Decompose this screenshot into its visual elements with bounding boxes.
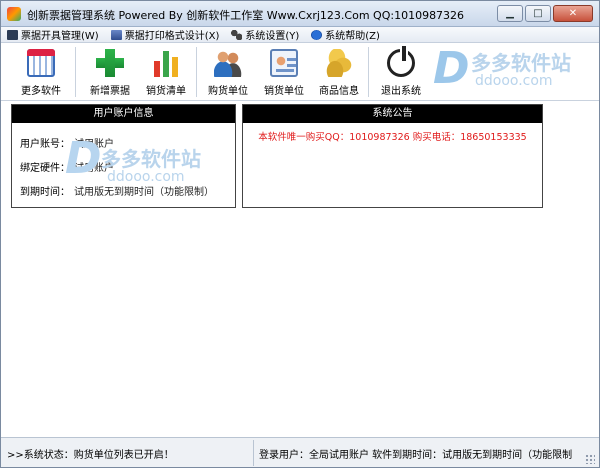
menu-label: 票据开具管理(W) (21, 31, 99, 42)
watermark-logo: D (65, 133, 102, 184)
system-status-text: >>系统状态：购货单位列表已开启！ (7, 450, 174, 461)
toolbar-separator (368, 47, 369, 97)
system-notice-panel: 系统公告 本软件唯一购买QQ：1010987326 购买电话：186501533… (242, 104, 543, 208)
window-controls: ▁ □ ✕ (497, 5, 593, 22)
ticket-icon (7, 29, 18, 40)
expiry-row-value: 试用版无到期时间（功能限制） (74, 187, 214, 198)
hardware-row-label: 绑定硬件： (20, 163, 70, 174)
product-info-button[interactable]: 商品信息 (309, 45, 369, 99)
seller-unit-button[interactable]: 销货单位 (254, 45, 314, 99)
watermark-domain: ddooo.com (475, 73, 553, 89)
tool-label: 退出系统 (381, 86, 421, 97)
notice-panel-title: 系统公告 (243, 105, 542, 123)
menu-system-help[interactable]: 系统帮助(Z) (305, 27, 386, 43)
tool-label: 商品信息 (319, 86, 359, 97)
app-icon (7, 7, 21, 21)
app-window: 创新票据管理系统 Powered By 创新软件工作室 Www.Cxrj123.… (0, 0, 600, 468)
id-card-icon (270, 49, 298, 77)
exit-system-button[interactable]: 退出系统 (371, 45, 431, 99)
watermark-logo: D (433, 43, 470, 94)
account-panel-title: 用户账户信息 (12, 105, 235, 123)
menu-bar: 票据开具管理(W) 票据打印格式设计(X) 系统设置(Y) 系统帮助(Z) (1, 27, 599, 43)
calendar-icon (27, 49, 55, 77)
resize-grip-icon[interactable] (585, 454, 595, 464)
toolbar-separator (75, 47, 76, 97)
status-divider (253, 440, 254, 466)
tool-label: 销货单位 (264, 86, 304, 97)
watermark-text: 多多软件站 (471, 51, 571, 75)
window-title: 创新票据管理系统 Powered By 创新软件工作室 Www.Cxrj123.… (27, 9, 465, 22)
coins-icon (325, 49, 353, 77)
expiry-row-label: 到期时间： (20, 187, 70, 198)
sales-list-button[interactable]: 销货清单 (136, 45, 196, 99)
printer-icon (110, 29, 122, 40)
menu-ticket-management[interactable]: 票据开具管理(W) (1, 27, 105, 43)
maximize-button[interactable]: □ (525, 5, 551, 22)
expiry-row: 到期时间： 试用版无到期时间（功能限制） (20, 183, 214, 198)
users-icon (214, 49, 242, 77)
help-icon (311, 29, 323, 40)
bar-chart-icon (152, 49, 180, 77)
tool-label: 新增票据 (90, 86, 130, 97)
menu-label: 系统设置(Y) (245, 31, 300, 42)
toolbar-separator (196, 47, 197, 97)
tool-label: 更多软件 (21, 86, 61, 97)
notice-text: 本软件唯一购买QQ：1010987326 购买电话：18650153335 (258, 132, 527, 143)
buyer-unit-button[interactable]: 购货单位 (198, 45, 258, 99)
tool-label: 销货清单 (146, 86, 186, 97)
account-row-label: 用户账号： (20, 139, 70, 150)
plus-icon (96, 49, 124, 77)
settings-icon (231, 29, 243, 40)
status-bar: >>系统状态：购货单位列表已开启！ 登录用户：全局试用账户 软件到期时间：试用版… (1, 437, 599, 467)
watermark-text: 多多软件站 (101, 147, 201, 171)
close-button[interactable]: ✕ (553, 5, 593, 22)
title-bar[interactable]: 创新票据管理系统 Powered By 创新软件工作室 Www.Cxrj123.… (1, 1, 599, 27)
minimize-button[interactable]: ▁ (497, 5, 523, 22)
more-software-button[interactable]: 更多软件 (11, 45, 71, 99)
power-icon (387, 46, 415, 77)
menu-label: 票据打印格式设计(X) (124, 31, 220, 42)
new-ticket-button[interactable]: 新增票据 (80, 45, 140, 99)
menu-system-settings[interactable]: 系统设置(Y) (225, 27, 305, 43)
login-user-text: 登录用户：全局试用账户 软件到期时间：试用版无到期时间（功能限制 (259, 450, 573, 461)
tool-label: 购货单位 (208, 86, 248, 97)
watermark-domain: ddooo.com (107, 169, 185, 185)
menu-label: 系统帮助(Z) (325, 31, 380, 42)
menu-print-format[interactable]: 票据打印格式设计(X) (105, 27, 226, 43)
